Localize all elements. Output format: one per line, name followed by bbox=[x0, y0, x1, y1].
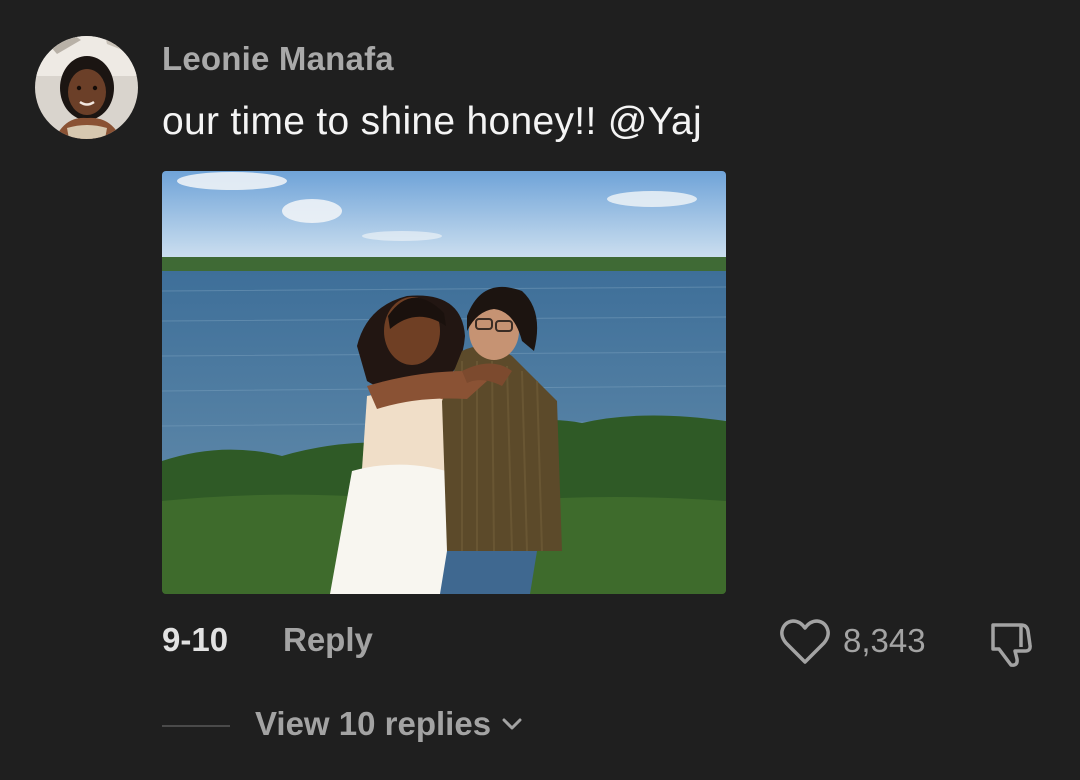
comment-text: our time to shine honey!! @Yaj bbox=[162, 100, 702, 143]
chevron-down-icon bbox=[502, 718, 522, 730]
comment-thread: Leonie Manafa our time to shine honey!! … bbox=[0, 0, 1080, 780]
reply-button[interactable]: Reply bbox=[283, 621, 373, 659]
comment-attached-photo[interactable] bbox=[162, 171, 726, 594]
avatar[interactable] bbox=[35, 36, 138, 139]
comment-author-name[interactable]: Leonie Manafa bbox=[162, 40, 394, 78]
thumbs-down-icon[interactable] bbox=[985, 617, 1037, 669]
like-count: 8,343 bbox=[843, 622, 926, 659]
comment-date: 9-10 bbox=[162, 621, 229, 658]
view-replies-label: View 10 replies bbox=[255, 705, 492, 742]
replies-divider bbox=[162, 725, 230, 727]
view-replies-button[interactable]: View 10 replies bbox=[255, 705, 525, 743]
heart-icon[interactable] bbox=[779, 618, 831, 666]
